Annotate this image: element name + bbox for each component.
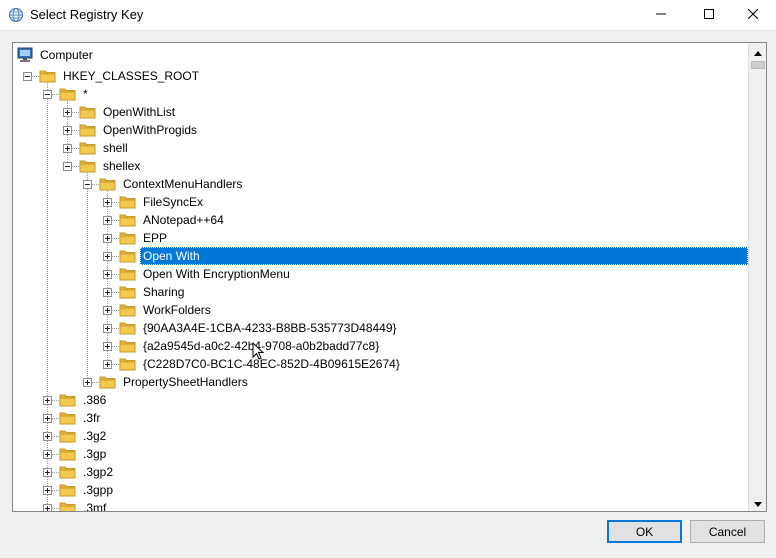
tree-node-label: Open With EncryptionMenu xyxy=(143,267,290,281)
tree-node-label: .386 xyxy=(83,393,107,407)
tree-node-label: .3g2 xyxy=(83,429,107,443)
window-title: Select Registry Key xyxy=(30,7,144,22)
expand-plus-icon[interactable] xyxy=(103,216,112,225)
collapse-minus-icon[interactable] xyxy=(43,90,52,99)
folder-icon xyxy=(119,338,137,354)
minimize-icon xyxy=(656,8,666,22)
tree-node-label: {C228D7C0-BC1C-48EC-852D-4B09615E2674} xyxy=(143,357,400,371)
expand-plus-icon[interactable] xyxy=(43,486,52,495)
tree-node-label: {90AA3A4E-1CBA-4233-B8BB-535773D48449} xyxy=(143,321,397,335)
tree-content: Computer HKEY_CLASSES_ROOT * OpenWithList O… xyxy=(13,43,748,511)
folder-icon xyxy=(119,230,137,246)
title-bar: Select Registry Key xyxy=(0,0,776,31)
scroll-down-button[interactable] xyxy=(749,494,766,511)
maximize-button[interactable] xyxy=(686,0,732,30)
collapse-minus-icon[interactable] xyxy=(23,72,32,81)
folder-icon xyxy=(119,320,137,336)
folder-icon xyxy=(119,212,137,228)
folder-icon xyxy=(79,158,97,174)
tree-connector xyxy=(87,171,88,382)
tree-node-label: OpenWithList xyxy=(103,105,176,119)
folder-icon xyxy=(99,374,117,390)
folder-icon xyxy=(79,122,97,138)
folder-icon xyxy=(59,428,77,444)
expand-plus-icon[interactable] xyxy=(43,396,52,405)
collapse-minus-icon[interactable] xyxy=(63,162,72,171)
tree-node-label: OpenWithProgids xyxy=(103,123,198,137)
folder-icon xyxy=(59,500,77,511)
mouse-cursor-icon xyxy=(252,341,265,363)
folder-icon xyxy=(119,266,137,282)
folder-icon xyxy=(79,104,97,120)
close-button[interactable] xyxy=(730,0,776,30)
expand-plus-icon[interactable] xyxy=(103,324,112,333)
folder-icon xyxy=(59,446,77,462)
tree-node-label: shellex xyxy=(103,159,141,173)
folder-icon xyxy=(59,392,77,408)
folder-icon xyxy=(39,68,57,84)
tree-node-label: shell xyxy=(103,141,128,155)
tree-node-label: .3gpp xyxy=(83,483,114,497)
tree-node-label: Sharing xyxy=(143,285,185,299)
tree-node-label: ContextMenuHandlers xyxy=(123,177,243,191)
expand-plus-icon[interactable] xyxy=(103,270,112,279)
cancel-button[interactable]: Cancel xyxy=(690,520,765,543)
close-icon xyxy=(747,8,759,22)
folder-icon xyxy=(59,410,77,426)
registry-tree[interactable]: Computer HKEY_CLASSES_ROOT * OpenWithList O… xyxy=(12,42,767,512)
folder-icon xyxy=(59,482,77,498)
folder-icon xyxy=(99,176,117,192)
minimize-button[interactable] xyxy=(638,0,684,30)
expand-plus-icon[interactable] xyxy=(103,306,112,315)
expand-plus-icon[interactable] xyxy=(43,414,52,423)
collapse-minus-icon[interactable] xyxy=(83,180,92,189)
tree-node-label: FileSyncEx xyxy=(143,195,204,209)
vertical-scrollbar[interactable] xyxy=(748,43,766,511)
expand-plus-icon[interactable] xyxy=(63,144,72,153)
tree-node-label: Open With xyxy=(140,247,748,265)
tree-connector xyxy=(47,81,48,508)
tree-node-label: .3gp xyxy=(83,447,107,461)
tree-node-label: HKEY_CLASSES_ROOT xyxy=(63,69,200,83)
expand-plus-icon[interactable] xyxy=(103,198,112,207)
expand-plus-icon[interactable] xyxy=(103,342,112,351)
ok-button[interactable]: OK xyxy=(607,520,682,543)
folder-icon xyxy=(59,86,77,102)
expand-plus-icon[interactable] xyxy=(103,252,112,261)
folder-icon xyxy=(119,302,137,318)
expand-plus-icon[interactable] xyxy=(43,450,52,459)
scroll-thumb[interactable] xyxy=(751,61,765,69)
scroll-up-button[interactable] xyxy=(749,43,766,60)
tree-node-label: ANotepad++64 xyxy=(143,213,224,227)
expand-plus-icon[interactable] xyxy=(103,288,112,297)
expand-plus-icon[interactable] xyxy=(43,504,52,511)
expand-plus-icon[interactable] xyxy=(43,432,52,441)
maximize-icon xyxy=(704,8,714,22)
tree-node-label: WorkFolders xyxy=(143,303,211,317)
folder-icon xyxy=(119,356,137,372)
registry-globe-icon xyxy=(8,7,24,23)
tree-node-label: * xyxy=(83,87,88,101)
computer-icon xyxy=(17,47,35,68)
expand-plus-icon[interactable] xyxy=(103,360,112,369)
tree-node-label: PropertySheetHandlers xyxy=(123,375,248,389)
folder-icon xyxy=(119,194,137,210)
folder-icon xyxy=(119,284,137,300)
folder-icon xyxy=(119,248,137,264)
expand-plus-icon[interactable] xyxy=(63,126,72,135)
tree-node-label: .3mf xyxy=(83,501,107,511)
tree-node-label: EPP xyxy=(143,231,168,245)
expand-plus-icon[interactable] xyxy=(103,234,112,243)
arrow-down-icon xyxy=(753,496,762,510)
tree-root-label: Computer xyxy=(40,48,93,62)
folder-icon xyxy=(79,140,97,156)
arrow-up-icon xyxy=(753,45,762,59)
expand-plus-icon[interactable] xyxy=(63,108,72,117)
tree-node-label: .3fr xyxy=(83,411,101,425)
folder-icon xyxy=(59,464,77,480)
expand-plus-icon[interactable] xyxy=(83,378,92,387)
expand-plus-icon[interactable] xyxy=(43,468,52,477)
tree-node-label: .3gp2 xyxy=(83,465,114,479)
